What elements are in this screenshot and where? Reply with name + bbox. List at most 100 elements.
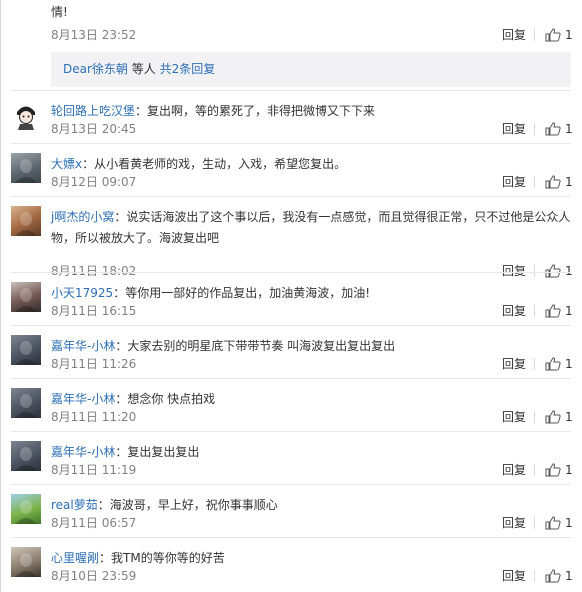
user-avatar[interactable] [11, 547, 41, 577]
thumbs-up-icon [545, 516, 561, 530]
comment-text: ：复出复出复出 [115, 445, 200, 459]
reply-button[interactable]: 回复 [502, 569, 526, 583]
reply-button[interactable]: 回复 [502, 463, 526, 477]
comment-item: real萝茹：海波哥，早上好，祝你事事顺心 8月11日 06:57 回复 1 [1, 484, 582, 537]
like-button[interactable]: 1 [545, 304, 575, 318]
comment-item: 嘉年华-小林：想念你 快点拍戏 8月11日 11:20 回复 1 [1, 378, 582, 431]
comment-item: 大嫖x：从小看黄老师的戏，生动，入戏，希望您复出。 8月12日 09:07 回复 1 [1, 143, 582, 196]
comment-time: 8月13日 20:45 [51, 122, 137, 136]
like-button[interactable]: 1 [545, 569, 575, 583]
like-button[interactable]: 1 [545, 357, 575, 371]
user-avatar[interactable] [11, 206, 41, 236]
divider [11, 272, 571, 273]
comment-meta: 8月10日 23:59 回复 1 [51, 569, 573, 583]
comment-content: 嘉年华-小林：大家去别的明星底下带带节奏 叫海波复出复出复出 [51, 336, 571, 357]
comment-content: 嘉年华-小林：复出复出复出 [51, 442, 571, 463]
user-avatar[interactable] [11, 100, 41, 130]
like-count: 1 [565, 357, 573, 371]
user-avatar[interactable] [11, 494, 41, 524]
reply-button[interactable]: 回复 [502, 122, 526, 136]
photo-avatar-icon [15, 341, 37, 365]
reply-button[interactable]: 回复 [502, 357, 526, 371]
thumbs-up-icon [545, 357, 561, 371]
comment-meta: 8月11日 11:19 回复 1 [51, 463, 573, 477]
comment-username[interactable]: 轮回路上吃汉堡 [51, 104, 135, 118]
comment-text: ：复出啊，等的累死了，非得把微博又下下来 [135, 104, 376, 118]
comment-text: ：海波哥，早上好，祝你事事顺心 [97, 498, 278, 512]
comment-username[interactable]: 心里喔剐 [51, 551, 99, 565]
comment-username[interactable]: 嘉年华-小林 [51, 339, 115, 353]
like-count: 1 [565, 410, 573, 424]
divider [534, 305, 535, 317]
divider [534, 29, 535, 41]
divider [11, 143, 571, 144]
user-avatar[interactable] [11, 153, 41, 183]
like-button[interactable]: 1 [545, 410, 575, 424]
comment-username[interactable]: 嘉年华-小林 [51, 445, 115, 459]
sub-replies-summary[interactable]: Dear徐东朝 等人 共2条回复 [51, 52, 571, 87]
like-count: 1 [565, 569, 573, 583]
thumbs-up-icon [545, 122, 561, 136]
comment-item: 嘉年华-小林：复出复出复出 8月11日 11:19 回复 1 [1, 431, 582, 484]
reply-button[interactable]: 回复 [502, 410, 526, 424]
comment-text: ：想念你 快点拍戏 [115, 392, 216, 406]
thumbs-up-icon [545, 410, 561, 424]
thumbs-up-icon [545, 28, 561, 42]
divider [11, 196, 571, 197]
comment-meta: 8月11日 16:15 回复 1 [51, 304, 573, 318]
comment-meta: 8月11日 11:26 回复 1 [51, 357, 573, 371]
comment-time: 8月13日 23:52 [51, 28, 137, 42]
comment-time: 8月11日 06:57 [51, 516, 137, 530]
divider [534, 123, 535, 135]
comment-time: 8月11日 16:15 [51, 304, 137, 318]
thumbs-up-icon [545, 175, 561, 189]
comment-content: 小天17925：等你用一部好的作品复出，加油黄海波，加油! [51, 283, 571, 304]
comment-item: 轮回路上吃汉堡：复出啊，等的累死了，非得把微博又下下来 8月13日 20:45 回复… [1, 90, 582, 143]
comment-meta: 8月11日 06:57 回复 1 [51, 516, 573, 530]
user-avatar[interactable] [11, 335, 41, 365]
comment-content: 轮回路上吃汉堡：复出啊，等的累死了，非得把微博又下下来 [51, 101, 571, 122]
comment-text: ：我TM的等你等的好苦 [99, 551, 225, 565]
comment-text: ：说实话海波出了这个事以后，我没有一点感觉，而且觉得很正常，只不过他是公众人物，… [51, 210, 571, 245]
divider [11, 431, 571, 432]
reply-button[interactable]: 回复 [502, 516, 526, 530]
divider [11, 90, 571, 91]
like-count: 1 [565, 175, 573, 189]
divider [534, 358, 535, 370]
divider [11, 378, 571, 379]
user-avatar[interactable] [11, 388, 41, 418]
comment-username[interactable]: 嘉年华-小林 [51, 392, 115, 406]
like-button[interactable]: 1 [545, 122, 575, 136]
like-button[interactable]: 1 [545, 516, 575, 530]
like-count: 1 [565, 516, 573, 530]
user-avatar[interactable] [11, 441, 41, 471]
reply-button[interactable]: 回复 [502, 28, 526, 42]
comment-content: 大嫖x：从小看黄老师的戏，生动，入戏，希望您复出。 [51, 154, 571, 175]
cartoon-avatar-icon [11, 100, 41, 130]
photo-avatar-icon [15, 500, 37, 524]
comment-username[interactable]: 大嫖x [51, 157, 82, 171]
comment-meta: 8月13日 23:52 回复 1 [51, 28, 573, 42]
sub-reply-middle: 等人 [127, 62, 160, 76]
like-count: 1 [565, 28, 573, 42]
reply-button[interactable]: 回复 [502, 175, 526, 189]
comment-time: 8月10日 23:59 [51, 569, 137, 583]
user-avatar[interactable] [11, 282, 41, 312]
divider [11, 537, 571, 538]
like-button[interactable]: 1 [545, 28, 575, 42]
comment-username[interactable]: 小天17925 [51, 286, 113, 300]
comment-username[interactable]: real萝茹 [51, 498, 98, 512]
like-button[interactable]: 1 [545, 175, 575, 189]
comment-text: ：从小看黄老师的戏，生动，入戏，希望您复出。 [82, 157, 347, 171]
comment-meta: 8月13日 20:45 回复 1 [51, 122, 573, 136]
thumbs-up-icon [545, 569, 561, 583]
comment-content: j啊杰的小窝：说实话海波出了这个事以后，我没有一点感觉，而且觉得很正常，只不过他… [51, 207, 571, 249]
photo-avatar-icon [15, 553, 37, 577]
divider [534, 517, 535, 529]
sub-reply-user[interactable]: Dear徐东朝 [63, 62, 128, 76]
comment-username[interactable]: j啊杰的小窝 [51, 210, 114, 224]
sub-reply-count-link[interactable]: 共2条回复 [160, 62, 216, 76]
reply-button[interactable]: 回复 [502, 304, 526, 318]
like-button[interactable]: 1 [545, 463, 575, 477]
photo-avatar-icon [15, 212, 37, 236]
